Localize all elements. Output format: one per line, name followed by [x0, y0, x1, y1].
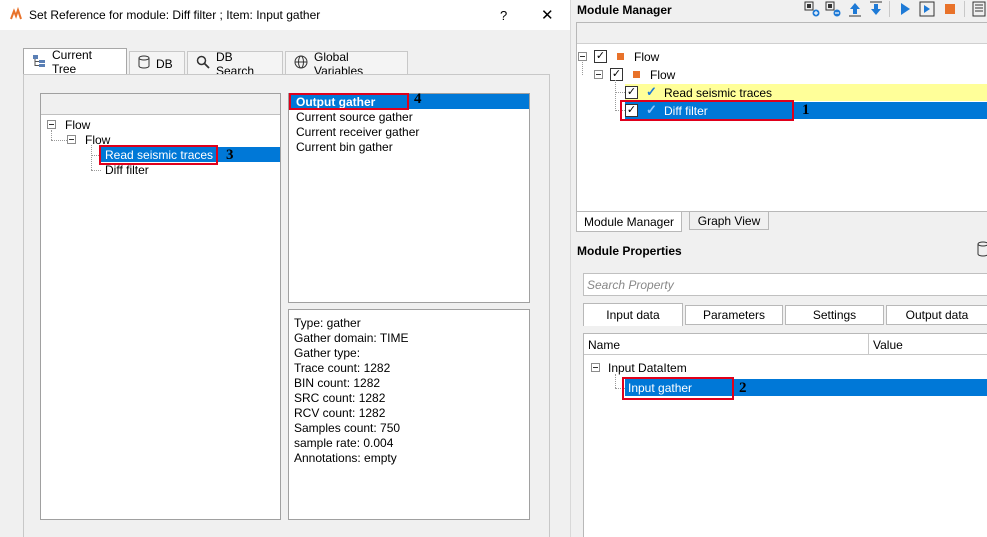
annotation-number-4: 4 [414, 91, 422, 107]
tree-connector [91, 145, 92, 170]
tab-label: Current Tree [52, 48, 93, 76]
module-manager-pane: Module Manager ✓ Flow ✓ Flow ✓ ✓ Read se… [571, 0, 987, 537]
tree-item-diff-filter[interactable]: Diff filter [105, 163, 149, 177]
search-placeholder: Search Property [587, 278, 674, 292]
tab-label: Settings [812, 308, 857, 322]
step-icon[interactable] [919, 1, 935, 17]
dialog-title: Set Reference for module: Diff filter ; … [29, 8, 321, 22]
info-line: sample rate: 0.004 [294, 436, 394, 450]
gather-item-bin[interactable]: Current bin gather [296, 140, 393, 154]
tab-settings[interactable]: Settings [785, 305, 884, 325]
search-property-input[interactable]: Search Property [583, 273, 987, 296]
tree-connector [615, 92, 625, 93]
tree-icon [32, 54, 46, 71]
checkbox-flow-root[interactable]: ✓ [594, 50, 607, 63]
tree-header [41, 94, 280, 115]
tab-label: Input data [606, 308, 660, 322]
dialog-titlebar: Set Reference for module: Diff filter ; … [0, 0, 571, 30]
tree-connector [51, 130, 52, 140]
column-header-value[interactable]: Value [869, 334, 987, 355]
collapse-icon[interactable] [594, 70, 603, 79]
annotation-box-4 [289, 93, 409, 110]
info-line: Gather domain: TIME [294, 331, 409, 345]
flow-icon [633, 71, 640, 78]
database-icon [138, 55, 150, 72]
tab-db[interactable]: DB [129, 51, 185, 75]
info-line: Annotations: empty [294, 451, 397, 465]
globe-icon [294, 55, 308, 72]
collapse-icon[interactable] [67, 135, 76, 144]
gather-item-receiver[interactable]: Current receiver gather [296, 125, 419, 139]
annotation-number-2: 2 [739, 380, 747, 396]
tree-connector [615, 80, 616, 111]
tab-db-search[interactable]: DB Search [187, 50, 283, 78]
move-down-icon[interactable] [868, 1, 884, 17]
database-icon[interactable] [977, 241, 987, 259]
gather-item-source[interactable]: Current source gather [296, 110, 413, 124]
annotation-number-3: 3 [226, 147, 234, 163]
collapse-icon[interactable] [591, 363, 600, 372]
tab-output-data[interactable]: Output data [886, 305, 987, 325]
toolbar-separator [964, 1, 965, 17]
flow-root-label[interactable]: Flow [634, 50, 659, 64]
add-module-icon[interactable] [804, 1, 820, 17]
column-label: Value [873, 338, 903, 352]
tab-graph-view[interactable]: Graph View [689, 212, 769, 230]
tree-connector [51, 140, 67, 141]
tab-current-tree[interactable]: Current Tree [23, 48, 127, 76]
tab-label: Parameters [702, 308, 766, 322]
column-label: Name [588, 338, 621, 352]
module-properties-title: Module Properties [577, 244, 682, 258]
close-button[interactable]: ✕ [541, 6, 554, 24]
annotation-box-2 [622, 377, 734, 400]
info-line: Samples count: 750 [294, 421, 401, 435]
info-line: Type: gather [294, 316, 361, 330]
check-icon: ✓ [646, 84, 657, 99]
run-icon[interactable] [897, 1, 913, 17]
column-header-name[interactable]: Name [584, 334, 869, 355]
info-line: BIN count: 1282 [294, 376, 381, 390]
checkbox-flow-child[interactable]: ✓ [610, 68, 623, 81]
annotation-box-1 [620, 100, 794, 121]
info-line: SRC count: 1282 [294, 391, 386, 405]
info-line: RCV count: 1282 [294, 406, 386, 420]
log-icon[interactable] [971, 1, 987, 17]
app-logo-icon [8, 6, 24, 23]
module-manager-title: Module Manager [577, 3, 672, 17]
stop-icon[interactable] [942, 1, 958, 17]
toolbar-separator [889, 1, 890, 17]
tab-label: Module Manager [583, 214, 675, 229]
flow-child-label[interactable]: Flow [650, 68, 675, 82]
tree-connector [91, 170, 101, 171]
flow-tree-header [577, 23, 987, 44]
property-group-input-dataitem[interactable]: Input DataItem [608, 361, 687, 375]
module-label: Read seismic traces [664, 86, 773, 100]
tree-root-flow[interactable]: Flow [65, 118, 90, 132]
tree-connector [582, 62, 583, 75]
collapse-icon[interactable] [47, 120, 56, 129]
remove-module-icon[interactable] [825, 1, 841, 17]
tree-connector [615, 374, 616, 388]
collapse-icon[interactable] [578, 52, 587, 61]
flow-icon [617, 53, 624, 60]
info-line: Trace count: 1282 [294, 361, 391, 375]
checkbox-read-seismic-traces[interactable]: ✓ [625, 86, 638, 99]
tab-input-data[interactable]: Input data [583, 303, 683, 326]
tab-global-variables[interactable]: Global Variables [285, 50, 408, 78]
tab-label: DB [156, 56, 173, 71]
annotation-box-3 [99, 145, 218, 165]
move-up-icon[interactable] [847, 1, 863, 17]
info-line: Gather type: [294, 346, 361, 360]
tab-label: Graph View [697, 213, 761, 228]
tab-module-manager[interactable]: Module Manager [576, 212, 682, 232]
set-reference-dialog: Set Reference for module: Diff filter ; … [0, 0, 571, 537]
search-icon [196, 55, 210, 72]
help-button[interactable]: ? [500, 8, 507, 23]
tab-parameters[interactable]: Parameters [685, 305, 783, 325]
tab-label: Output data [905, 308, 969, 322]
annotation-number-1: 1 [802, 102, 810, 118]
